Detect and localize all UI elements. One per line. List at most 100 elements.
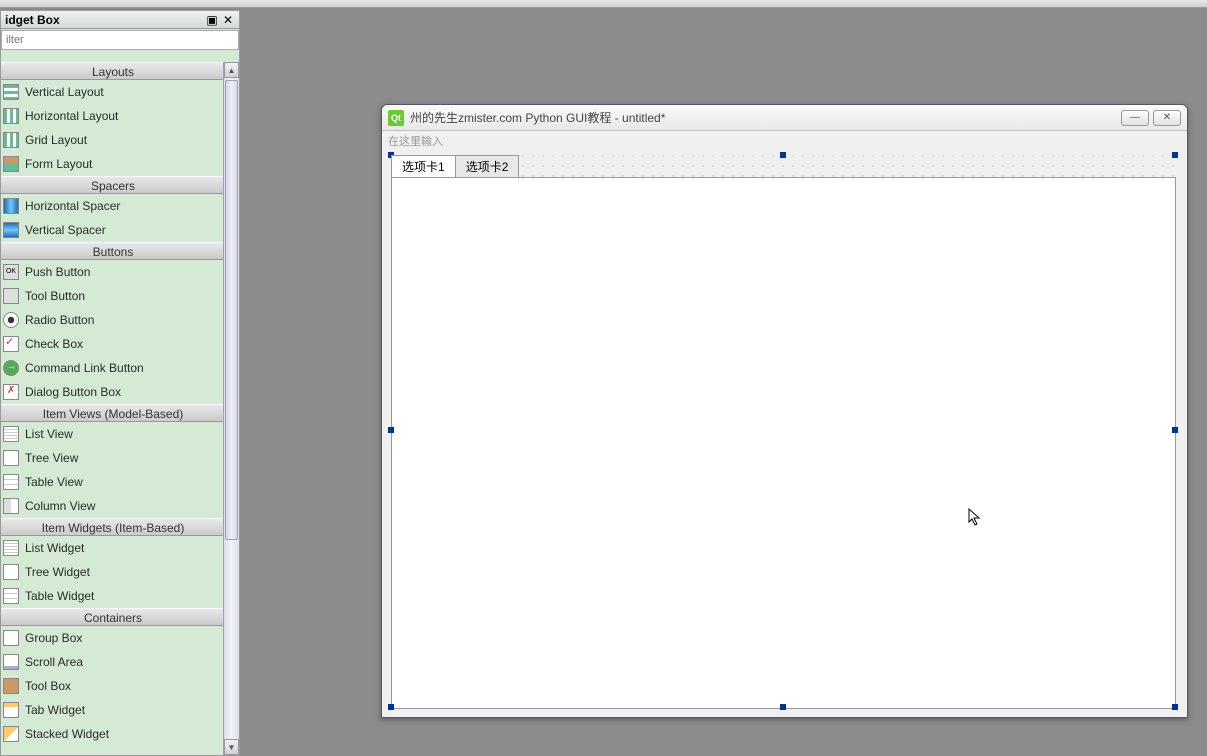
form-title: 州的先生zmister.com Python GUI教程 - untitled* [410,109,1117,126]
column-view-icon [3,498,19,514]
widget-group-box[interactable]: Group Box [1,626,225,650]
widget-list-view[interactable]: List View [1,422,225,446]
widget-label: Table View [25,475,83,489]
top-toolbar [0,0,1207,8]
widget-box-panel: idget Box ▣ ✕ Layouts Vertical Layout Ho… [0,10,240,756]
list-widget-icon [3,540,19,556]
form-layout-icon [3,156,19,172]
selection-handle[interactable] [1172,704,1178,710]
tool-box-icon [3,678,19,694]
section-buttons[interactable]: Buttons [1,242,225,260]
tab-2[interactable]: 选项卡2 [455,155,520,177]
selection-handle[interactable] [1172,427,1178,433]
widget-label: Command Link Button [25,361,144,375]
stacked-widget-icon [3,726,19,742]
widget-label: Check Box [25,337,83,351]
selection-handle[interactable] [1172,152,1178,158]
widget-label: Horizontal Spacer [25,199,120,213]
widget-label: Scroll Area [25,655,83,669]
widget-horizontal-layout[interactable]: Horizontal Layout [1,104,225,128]
widget-stacked-widget[interactable]: Stacked Widget [1,722,225,746]
horizontal-layout-icon [3,108,19,124]
section-item-views[interactable]: Item Views (Model-Based) [1,404,225,422]
tree-widget-icon [3,564,19,580]
widget-grid-layout[interactable]: Grid Layout [1,128,225,152]
vertical-layout-icon [3,84,19,100]
selection-handle[interactable] [388,704,394,710]
widget-tool-box[interactable]: Tool Box [1,674,225,698]
widget-label: Vertical Spacer [25,223,106,237]
close-icon[interactable]: ✕ [221,13,235,27]
scroll-thumb[interactable] [225,80,238,540]
tab-1[interactable]: 选项卡1 [391,155,456,177]
widget-table-view[interactable]: Table View [1,470,225,494]
widget-horizontal-spacer[interactable]: Horizontal Spacer [1,194,225,218]
widget-table-widget[interactable]: Table Widget [1,584,225,608]
widget-label: Horizontal Layout [25,109,118,123]
widget-push-button[interactable]: OKPush Button [1,260,225,284]
widget-label: Tree Widget [25,565,90,579]
widget-label: Table Widget [25,589,94,603]
table-widget-icon [3,588,19,604]
selection-handle[interactable] [780,704,786,710]
tab-widget-icon [3,702,19,718]
widget-scroll-area[interactable]: Scroll Area [1,650,225,674]
tab-bar: 选项卡1 选项卡2 [391,155,1176,177]
widget-label: Tab Widget [25,703,85,717]
radio-button-icon [3,312,19,328]
list-view-icon [3,426,19,442]
section-item-widgets[interactable]: Item Widgets (Item-Based) [1,518,225,536]
close-button[interactable]: ✕ [1153,110,1181,126]
group-box-icon [3,630,19,646]
menu-placeholder[interactable]: 在这里输入 [388,133,443,149]
grid-layout-icon [3,132,19,148]
widget-label: Form Layout [25,157,92,171]
tab-content[interactable] [391,177,1176,709]
widget-tab-widget[interactable]: Tab Widget [1,698,225,722]
check-box-icon [3,336,19,352]
form-body[interactable]: 在这里输入 选项卡1 选项卡2 [382,131,1187,717]
undock-icon[interactable]: ▣ [205,13,219,27]
widget-tool-button[interactable]: Tool Button [1,284,225,308]
tool-button-icon [3,288,19,304]
widget-radio-button[interactable]: Radio Button [1,308,225,332]
tab-widget-instance[interactable]: 选项卡1 选项卡2 [391,155,1176,709]
scroll-up-button[interactable]: ▲ [224,62,239,78]
widget-command-link-button[interactable]: Command Link Button [1,356,225,380]
widget-label: Tree View [25,451,78,465]
section-containers[interactable]: Containers [1,608,225,626]
widget-label: Tool Box [25,679,71,693]
tree-view-icon [3,450,19,466]
widget-column-view[interactable]: Column View [1,494,225,518]
widget-list: Layouts Vertical Layout Horizontal Layou… [1,62,225,755]
design-canvas[interactable]: Qt 州的先生zmister.com Python GUI教程 - untitl… [242,10,1207,756]
widget-label: Dialog Button Box [25,385,121,399]
widget-label: Column View [25,499,95,513]
filter-input[interactable] [1,30,239,50]
widget-label: Tool Button [25,289,85,303]
selection-handle[interactable] [780,152,786,158]
vertical-spacer-icon [3,222,19,238]
dialog-button-box-icon [3,384,19,400]
section-layouts[interactable]: Layouts [1,62,225,80]
selection-handle[interactable] [388,427,394,433]
widget-label: Vertical Layout [25,85,104,99]
widget-check-box[interactable]: Check Box [1,332,225,356]
form-window[interactable]: Qt 州的先生zmister.com Python GUI教程 - untitl… [381,104,1188,718]
widget-vertical-layout[interactable]: Vertical Layout [1,80,225,104]
widget-dialog-button-box[interactable]: Dialog Button Box [1,380,225,404]
widget-vertical-spacer[interactable]: Vertical Spacer [1,218,225,242]
scroll-down-button[interactable]: ▼ [224,739,239,755]
widget-list-widget[interactable]: List Widget [1,536,225,560]
widget-tree-view[interactable]: Tree View [1,446,225,470]
widget-label: Radio Button [25,313,94,327]
widget-label: Push Button [25,265,90,279]
horizontal-spacer-icon [3,198,19,214]
table-view-icon [3,474,19,490]
section-spacers[interactable]: Spacers [1,176,225,194]
widget-label: Stacked Widget [25,727,109,741]
widget-scrollbar[interactable]: ▲ ▼ [223,62,239,755]
widget-form-layout[interactable]: Form Layout [1,152,225,176]
minimize-button[interactable]: — [1121,110,1149,126]
widget-tree-widget[interactable]: Tree Widget [1,560,225,584]
